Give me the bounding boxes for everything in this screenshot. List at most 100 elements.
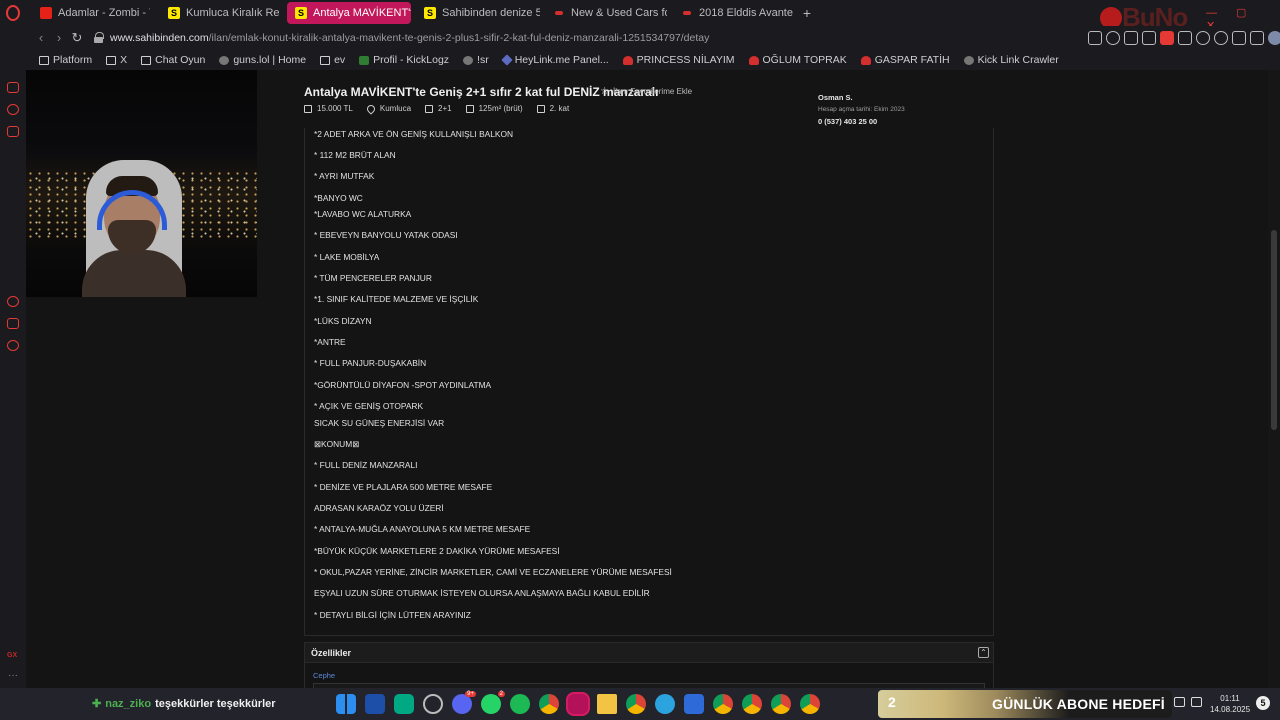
- settings-icon[interactable]: [7, 340, 19, 351]
- bookmark-label: Profil - KickLogz: [373, 54, 450, 66]
- network-icon[interactable]: [1174, 697, 1185, 707]
- clock[interactable]: 01:11 14.08.2025: [1210, 693, 1250, 715]
- shield-icon[interactable]: [365, 694, 385, 714]
- red-car-icon: [748, 55, 759, 65]
- page-scrollbar[interactable]: [1268, 70, 1280, 688]
- spotify-icon[interactable]: [510, 694, 530, 714]
- add-favorite-link[interactable]: ☆ İlanı Favorilerime Ekle: [600, 86, 692, 97]
- owner-phone[interactable]: 0 (537) 403 25 00: [818, 117, 968, 126]
- steam-icon[interactable]: [423, 694, 443, 714]
- red-car-icon: [553, 7, 565, 19]
- scrollbar-thumb[interactable]: [1271, 230, 1277, 430]
- subscriber-goal-widget: 2 GÜNLÜK ABONE HEDEFİ: [878, 690, 1172, 718]
- forward-icon[interactable]: ›: [52, 31, 66, 45]
- owner-name[interactable]: Osman S.: [818, 93, 968, 102]
- tab-label: Kumluca Kiralık Rezidans: [186, 7, 280, 19]
- bookmark-icon: [219, 55, 230, 65]
- tab-elddis[interactable]: 2018 Elddis Avante 866 G: [673, 2, 795, 24]
- bookmark-x[interactable]: X: [101, 54, 132, 66]
- bookmark-chat-oyun[interactable]: Chat Oyun: [136, 54, 210, 66]
- bookmark-guns-lol[interactable]: guns.lol | Home: [214, 54, 311, 66]
- telegram-icon[interactable]: [655, 694, 675, 714]
- tab-cars[interactable]: New & Used Cars for Sale: [545, 2, 667, 24]
- tab-active-listing[interactable]: S Antalya MAVİKENT'te Ge: [287, 2, 411, 24]
- back-icon[interactable]: ‹: [34, 31, 48, 45]
- file-explorer-icon[interactable]: [597, 694, 617, 714]
- bookmark-oglum-toprak[interactable]: OĞLUM TOPRAK: [744, 54, 852, 66]
- notification-badge[interactable]: 5: [1256, 696, 1270, 710]
- chrome-icon[interactable]: [626, 694, 646, 714]
- tab-youtube[interactable]: Adamlar - Zombi - Yo: [32, 2, 150, 24]
- bookmark-heylink[interactable]: HeyLink.me Panel...: [498, 54, 614, 66]
- zoom-icon[interactable]: [1106, 31, 1120, 45]
- floor: 2. kat: [536, 104, 569, 113]
- bookmark-page-icon[interactable]: [1124, 31, 1138, 45]
- description-line: * OKUL,PAZAR YERİNE, ZİNCİR MARKETLER, C…: [314, 567, 672, 577]
- more-icon[interactable]: ···: [8, 670, 18, 681]
- gx-corner-icon[interactable]: [1160, 31, 1174, 45]
- snapshot-icon[interactable]: [1142, 31, 1156, 45]
- gamepad-icon[interactable]: [394, 694, 414, 714]
- heylink-icon: [501, 54, 513, 66]
- windows-start-icon[interactable]: [336, 694, 356, 714]
- bookmark-icon: [463, 55, 474, 65]
- tab-kumluca[interactable]: S Kumluca Kiralık Rezidans: [160, 2, 280, 24]
- listing-meta: 15.000 TL Kumluca 2+1 125m² (brüt) 2. ka…: [304, 102, 583, 115]
- location: Kumluca: [365, 102, 411, 115]
- downloads-icon[interactable]: [1250, 31, 1264, 45]
- bookmark-princess[interactable]: PRINCESS NİLAYIM: [618, 54, 740, 66]
- chrome-icon[interactable]: [742, 694, 762, 714]
- description-line: *BANYO WC: [314, 193, 363, 203]
- history-icon[interactable]: [7, 296, 19, 307]
- tab-label: New & Used Cars for Sale: [571, 7, 667, 19]
- opera-menu-icon[interactable]: [6, 5, 20, 21]
- sidebar-toggle-icon[interactable]: [1088, 31, 1102, 45]
- description-line: * 112 M2 BRÜT ALAN: [314, 150, 396, 160]
- bookmark-ev[interactable]: ev: [315, 54, 350, 66]
- bookmark-kicklogz[interactable]: Profil - KickLogz: [354, 54, 454, 66]
- profile-avatar[interactable]: [1268, 31, 1280, 45]
- bookmark-label: HeyLink.me Panel...: [514, 54, 609, 66]
- whatsapp-icon[interactable]: 2: [481, 691, 505, 714]
- reload-icon[interactable]: ↻: [70, 31, 84, 45]
- bookmark-platform[interactable]: Platform: [34, 54, 97, 66]
- chrome-icon[interactable]: [539, 694, 559, 714]
- window-controls[interactable]: — ▢ ✕: [1206, 6, 1266, 32]
- collapse-icon[interactable]: ⌃: [978, 647, 989, 658]
- chrome-icon[interactable]: [713, 694, 733, 714]
- rooms-value: 2+1: [438, 104, 452, 113]
- mail-icon[interactable]: [7, 82, 19, 93]
- opera-gx-icon[interactable]: [568, 694, 588, 714]
- bookmark-sr[interactable]: !sr: [458, 54, 494, 66]
- lock-icon: [94, 32, 104, 43]
- chrome-icon[interactable]: [771, 694, 791, 714]
- messenger-icon[interactable]: [7, 104, 19, 115]
- location-pin-icon: [365, 102, 377, 115]
- wallet-icon[interactable]: [7, 126, 19, 137]
- url-field[interactable]: www.sahibinden.com/ilan/emlak-konut-kira…: [110, 32, 709, 44]
- new-tab-button[interactable]: +: [800, 4, 814, 22]
- taskbar-apps: 9+ 2: [336, 691, 820, 714]
- outlook-icon[interactable]: [684, 694, 704, 714]
- heart-icon[interactable]: [1214, 31, 1228, 45]
- player-icon[interactable]: [1196, 31, 1210, 45]
- wallet-icon[interactable]: [1178, 31, 1192, 45]
- volume-icon[interactable]: [1191, 697, 1202, 707]
- extensions-icon[interactable]: [7, 318, 19, 329]
- chrome-icon[interactable]: [800, 694, 820, 714]
- taskbar: ✚ naz_ziko teşekkürler teşekkürler 9+ 2 …: [0, 688, 1280, 720]
- description-line: *ANTRE: [314, 337, 346, 347]
- features-header[interactable]: Özellikler ⌃: [305, 643, 993, 663]
- description-line: ⊠KONUM⊠: [314, 439, 360, 449]
- sahibinden-icon: S: [168, 7, 180, 19]
- bookmark-kick-crawler[interactable]: Kick Link Crawler: [959, 54, 1064, 66]
- extensions-icon[interactable]: [1232, 31, 1246, 45]
- youtube-icon: [40, 7, 52, 19]
- bookmark-gaspar-fatih[interactable]: GASPAR FATİH: [856, 54, 955, 66]
- tab-label: Sahibinden denize 50 m: [442, 7, 540, 19]
- tab-sahibinden-deniz[interactable]: S Sahibinden denize 50 m: [416, 2, 540, 24]
- discord-icon[interactable]: 9+: [452, 691, 476, 714]
- folder-icon: [39, 55, 49, 65]
- sahibinden-icon: S: [295, 7, 307, 19]
- bookmarks-bar: Platform X Chat Oyun guns.lol | Home ev …: [0, 50, 1280, 70]
